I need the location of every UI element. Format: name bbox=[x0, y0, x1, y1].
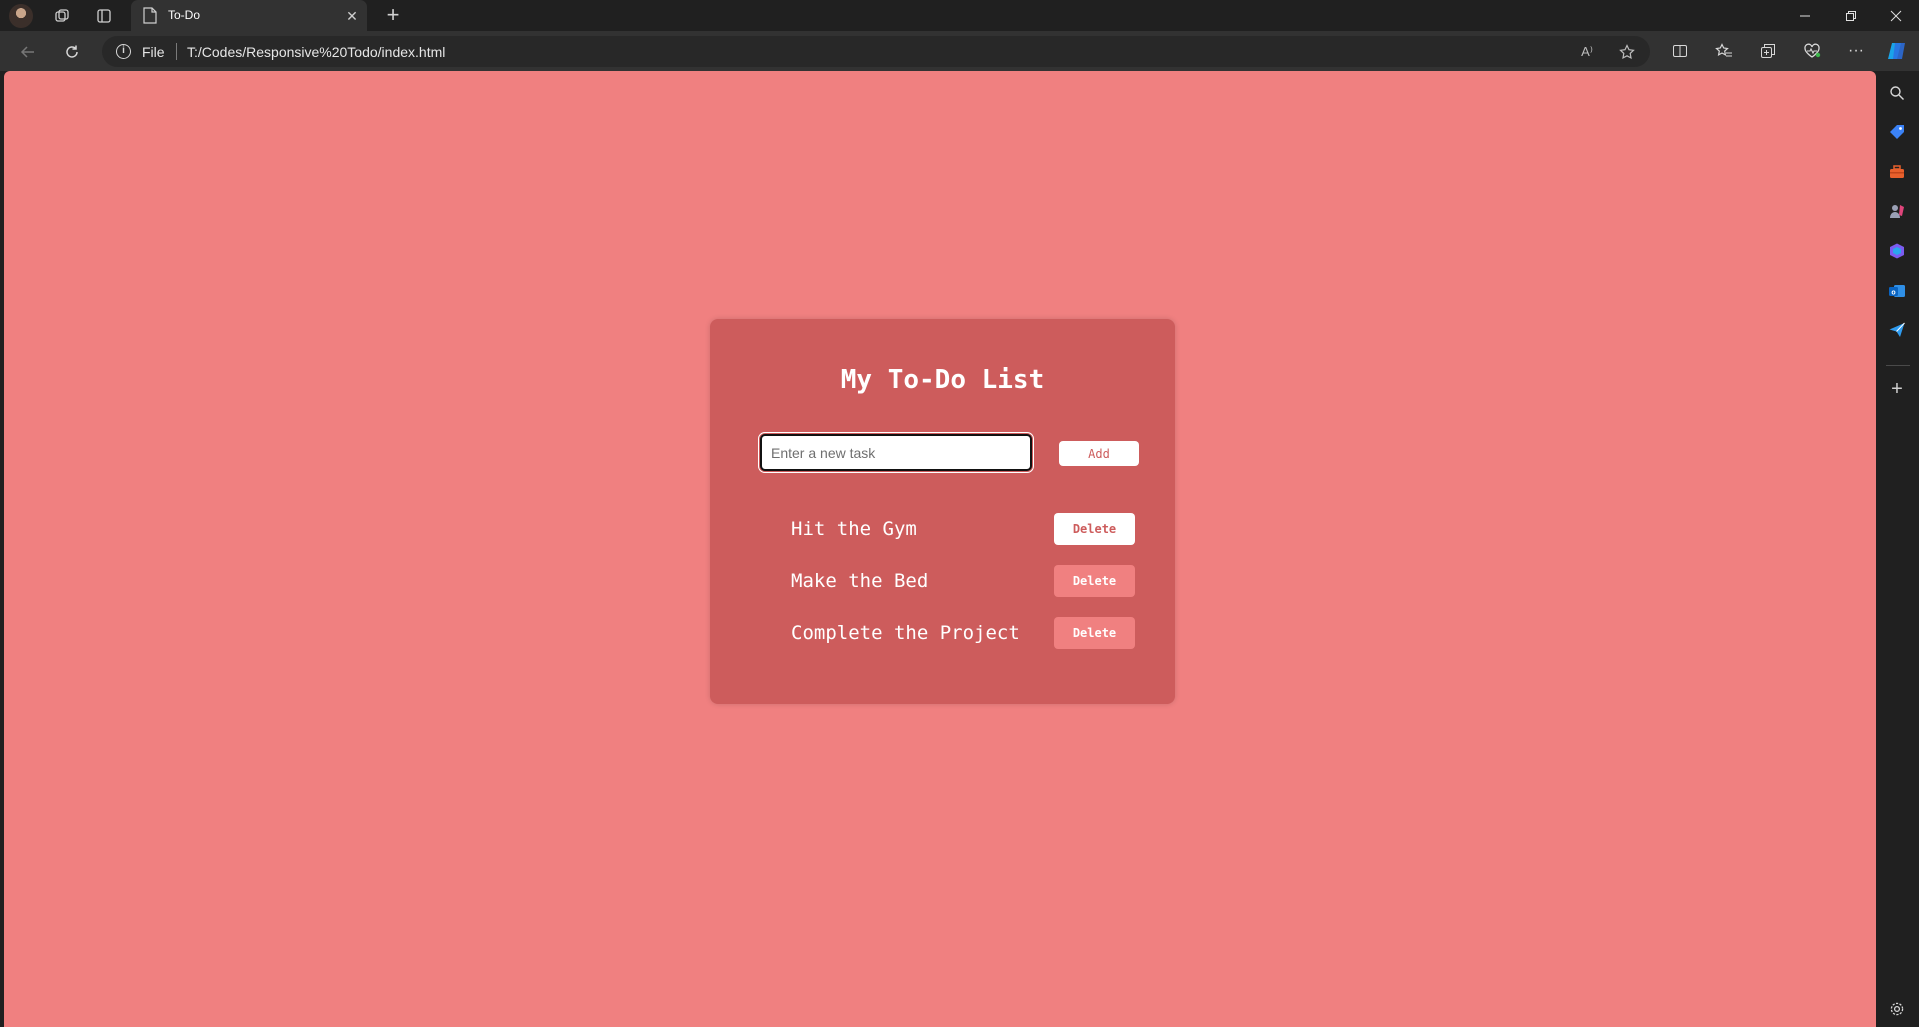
page-viewport: My To-Do List Add Hit the Gym Delete Mak… bbox=[4, 71, 1876, 1027]
favorite-star-icon[interactable] bbox=[1616, 42, 1638, 62]
read-aloud-icon[interactable]: A⁾ bbox=[1576, 42, 1598, 62]
task-item: Hit the Gym Delete bbox=[710, 513, 1175, 545]
page-icon bbox=[143, 7, 157, 24]
task-text: Make the Bed bbox=[791, 570, 929, 592]
task-text: Complete the Project bbox=[791, 622, 1020, 644]
close-window-icon[interactable] bbox=[1873, 0, 1919, 31]
tab-actions-icon[interactable] bbox=[92, 4, 116, 28]
delete-task-button[interactable]: Delete bbox=[1054, 617, 1135, 649]
todo-card: My To-Do List Add Hit the Gym Delete Mak… bbox=[710, 319, 1175, 704]
minimize-icon[interactable] bbox=[1782, 0, 1828, 31]
tab-title: To-Do bbox=[168, 8, 201, 22]
add-task-button[interactable]: Add bbox=[1059, 441, 1139, 466]
new-task-input[interactable] bbox=[758, 432, 1034, 473]
games-icon[interactable] bbox=[1886, 200, 1908, 222]
task-item: Complete the Project Delete bbox=[710, 617, 1175, 649]
browser-essentials-icon[interactable] bbox=[1799, 38, 1825, 64]
address-separator bbox=[176, 43, 177, 60]
tab-active[interactable]: To-Do ✕ bbox=[131, 0, 367, 31]
workspaces-icon[interactable] bbox=[50, 4, 74, 28]
edge-sidebar: o + bbox=[1876, 71, 1919, 1027]
delete-task-button[interactable]: Delete bbox=[1054, 565, 1135, 597]
split-screen-icon[interactable] bbox=[1667, 38, 1693, 64]
tools-briefcase-icon[interactable] bbox=[1886, 161, 1908, 183]
address-url[interactable]: T:/Codes/Responsive%20Todo/index.html bbox=[187, 44, 445, 60]
drop-send-icon[interactable] bbox=[1886, 319, 1908, 341]
add-sidebar-app-icon[interactable]: + bbox=[1886, 378, 1908, 400]
delete-task-button[interactable]: Delete bbox=[1054, 513, 1135, 545]
restore-icon[interactable] bbox=[1828, 0, 1874, 31]
task-text: Hit the Gym bbox=[791, 518, 917, 540]
refresh-icon[interactable] bbox=[57, 38, 87, 66]
collections-icon[interactable] bbox=[1755, 38, 1781, 64]
outlook-icon[interactable]: o bbox=[1886, 280, 1908, 302]
address-scheme: File bbox=[142, 44, 165, 60]
sidebar-settings-gear-icon[interactable] bbox=[1886, 998, 1908, 1020]
more-options-icon[interactable]: ··· bbox=[1843, 38, 1869, 64]
new-tab-icon[interactable]: + bbox=[381, 3, 405, 27]
copilot-icon[interactable] bbox=[1884, 38, 1910, 64]
sidebar-divider bbox=[1886, 365, 1910, 366]
favorites-icon[interactable] bbox=[1711, 38, 1737, 64]
task-item: Make the Bed Delete bbox=[710, 565, 1175, 597]
shopping-tag-icon[interactable] bbox=[1886, 121, 1908, 143]
address-bar[interactable]: i File T:/Codes/Responsive%20Todo/index.… bbox=[102, 36, 1650, 67]
svg-text:o: o bbox=[1891, 290, 1895, 297]
page-title: My To-Do List bbox=[840, 365, 1045, 395]
search-icon[interactable] bbox=[1886, 82, 1908, 104]
site-info-icon[interactable]: i bbox=[116, 44, 131, 59]
close-tab-icon[interactable]: ✕ bbox=[343, 7, 361, 25]
back-arrow-icon[interactable] bbox=[13, 38, 43, 66]
profile-avatar[interactable] bbox=[9, 4, 33, 28]
navigation-toolbar: i File T:/Codes/Responsive%20Todo/index.… bbox=[0, 31, 1919, 71]
title-bar: To-Do ✕ + bbox=[0, 0, 1919, 31]
microsoft-365-icon[interactable] bbox=[1886, 240, 1908, 262]
